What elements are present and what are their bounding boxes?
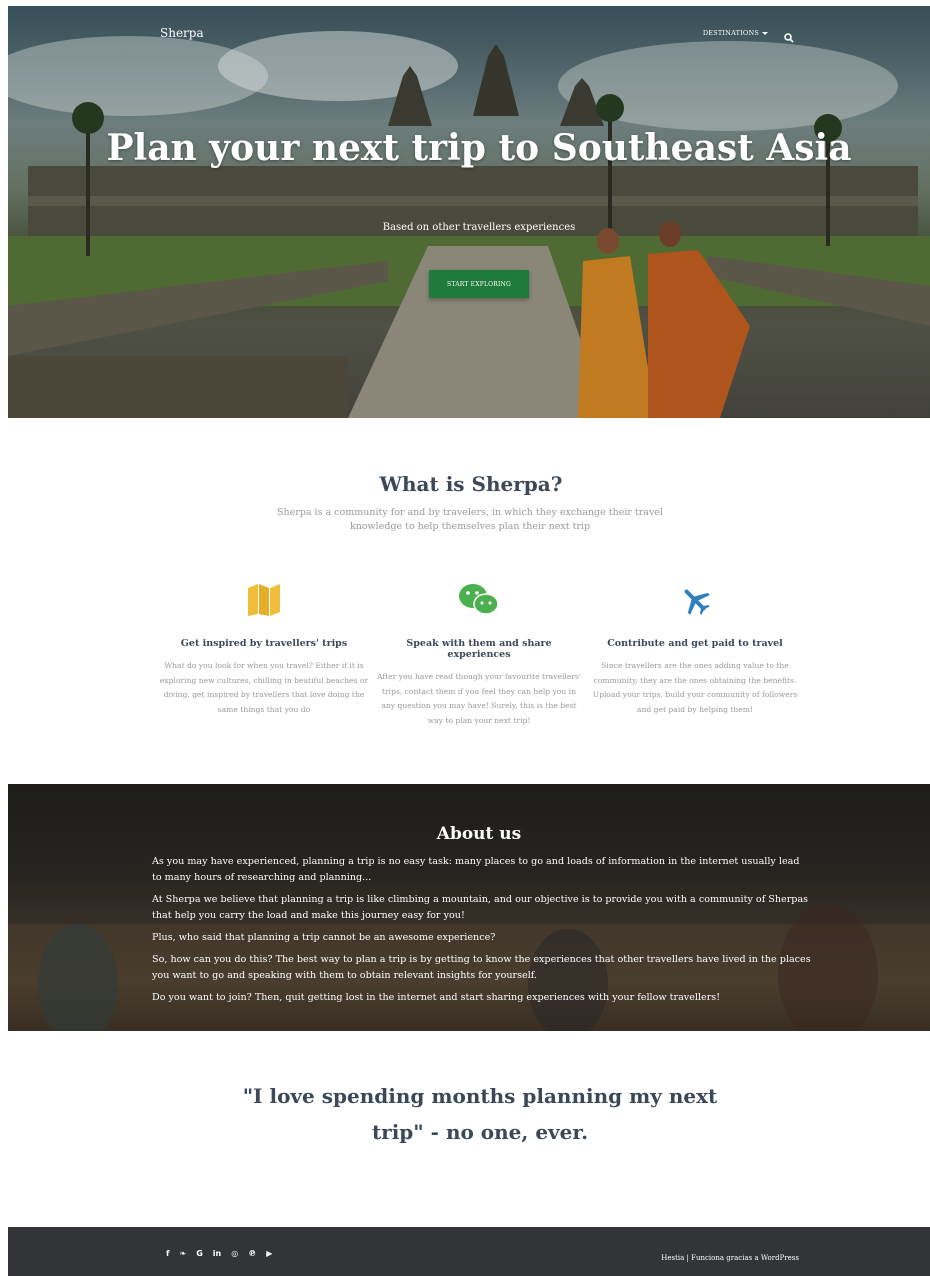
what-is-description: Sherpa is a community for and by travele… bbox=[277, 507, 663, 532]
hero-background-image bbox=[8, 31, 930, 418]
testimonial-quote: "I love spending months planning my next… bbox=[242, 1084, 718, 1144]
feature-get-inspired: Get inspired by travellers' trips What d… bbox=[159, 580, 369, 717]
map-icon bbox=[159, 580, 369, 620]
about-paragraph: So, how can you do this? The best way to… bbox=[152, 954, 811, 981]
about-title: About us bbox=[436, 824, 522, 844]
feature-title: Get inspired by travellers' trips bbox=[180, 638, 348, 649]
footer: f ❧ G in ◎ ℗ ▶ Hestia | Funciona gracias… bbox=[8, 1227, 930, 1276]
search-icon[interactable] bbox=[784, 28, 794, 43]
top-nav: DESTINATIONS bbox=[703, 28, 794, 43]
linkedin-icon[interactable]: in bbox=[213, 1249, 221, 1258]
feature-speak: Speak with them and share experiences Af… bbox=[374, 580, 584, 728]
about-section: About us As you may have experienced, pl… bbox=[8, 784, 930, 1031]
facebook-icon[interactable]: f bbox=[166, 1249, 169, 1258]
about-paragraph: As you may have experienced, planning a … bbox=[152, 856, 800, 883]
hero-title: Plan your next trip to Southeast Asia bbox=[106, 127, 852, 169]
feature-title: Speak with them and share experiences bbox=[406, 638, 552, 660]
feature-text: Since travellers are the ones adding val… bbox=[592, 661, 798, 714]
nav-destinations-dropdown[interactable]: DESTINATIONS bbox=[703, 29, 768, 37]
about-paragraph: At Sherpa we believe that planning a tri… bbox=[152, 894, 809, 921]
instagram-icon[interactable]: ◎ bbox=[231, 1249, 238, 1258]
hero-section: Sherpa DESTINATIONS Plan your next trip … bbox=[8, 6, 930, 418]
feature-contribute: Contribute and get paid to travel Since … bbox=[590, 580, 800, 717]
social-links: f ❧ G in ◎ ℗ ▶ bbox=[166, 1249, 272, 1258]
hero-subtitle: Based on other travellers experiences bbox=[382, 222, 576, 233]
start-exploring-button[interactable]: START EXPLORING bbox=[429, 270, 529, 298]
twitter-icon[interactable]: ❧ bbox=[179, 1249, 186, 1258]
about-paragraph: Plus, who said that planning a trip cann… bbox=[152, 932, 496, 943]
feature-text: After you have read though your favourit… bbox=[377, 672, 581, 725]
chevron-down-icon bbox=[762, 31, 768, 35]
what-is-title: What is Sherpa? bbox=[379, 472, 563, 496]
feature-text: What do you look for when you travel? Ei… bbox=[159, 661, 369, 714]
footer-credit[interactable]: Hestia | Funciona gracias a WordPress bbox=[661, 1254, 799, 1262]
nav-destinations-label: DESTINATIONS bbox=[702, 29, 759, 37]
wechat-icon bbox=[374, 580, 584, 620]
brand-logo[interactable]: Sherpa bbox=[160, 26, 204, 40]
plane-icon bbox=[590, 580, 800, 620]
feature-title: Contribute and get paid to travel bbox=[607, 638, 783, 649]
google-icon[interactable]: G bbox=[196, 1249, 203, 1258]
pinterest-icon[interactable]: ℗ bbox=[248, 1249, 256, 1258]
about-paragraph: Do you want to join? Then, quit getting … bbox=[152, 992, 721, 1003]
youtube-icon[interactable]: ▶ bbox=[266, 1249, 272, 1258]
about-body: As you may have experienced, planning a … bbox=[152, 854, 812, 1012]
